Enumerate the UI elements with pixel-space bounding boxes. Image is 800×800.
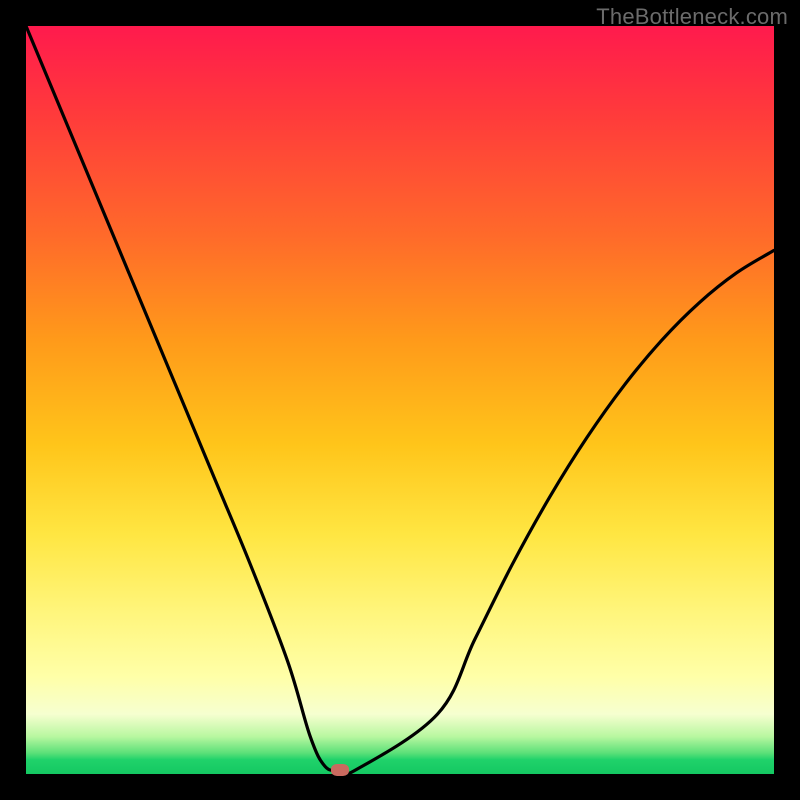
plot-area (26, 26, 774, 774)
optimal-point-marker (331, 764, 349, 776)
chart-frame: TheBottleneck.com (0, 0, 800, 800)
bottleneck-curve (26, 26, 774, 774)
